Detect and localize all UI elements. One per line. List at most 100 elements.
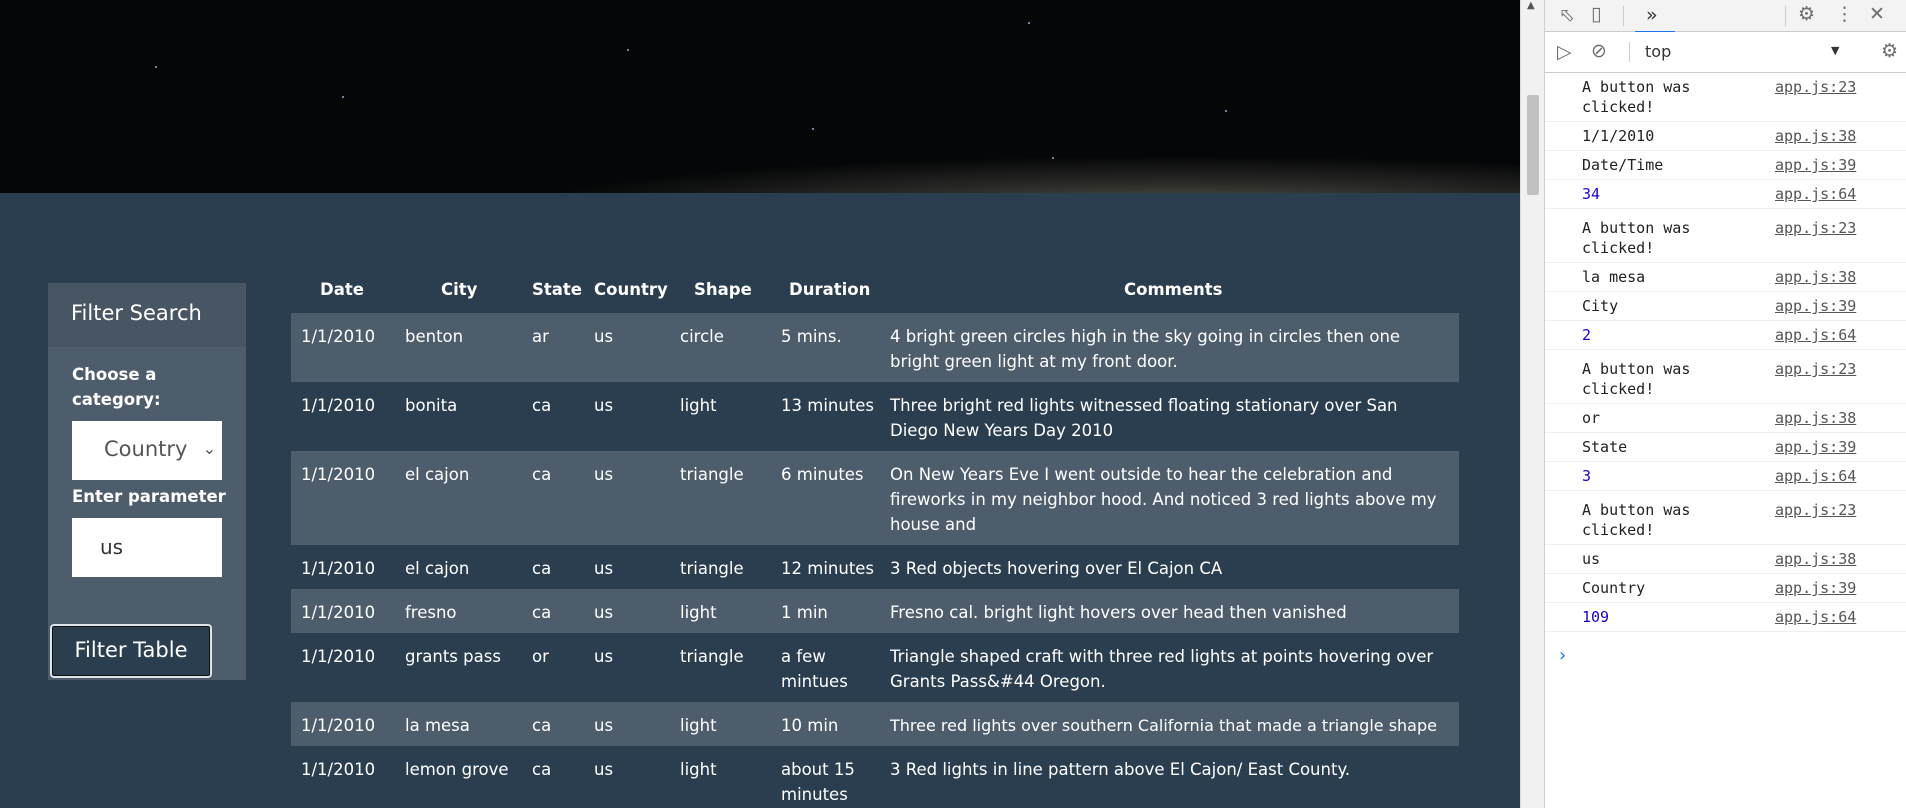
console-message: A button was clicked! app.js:23 [1545, 214, 1906, 263]
console-source-link[interactable]: app.js:38 [1775, 549, 1856, 569]
console-source-link[interactable]: app.js:23 [1775, 218, 1856, 238]
console-message: City app.js:39 [1545, 292, 1906, 321]
cell-country: us [594, 396, 614, 415]
console-message-text: 1/1/2010 [1582, 127, 1655, 145]
console-message: or app.js:38 [1545, 404, 1906, 433]
filter-title: Filter Search [71, 301, 202, 325]
console-source-link[interactable]: app.js:39 [1775, 578, 1856, 598]
category-select[interactable]: Country ⌄ [72, 421, 222, 480]
table-row: 1/1/2010 grants pass or us triangle a fe… [291, 633, 1459, 702]
cell-date: 1/1/2010 [301, 559, 376, 578]
cell-duration: 6 minutes [781, 465, 864, 484]
context-selector[interactable]: top ▼ [1645, 38, 1845, 64]
console-source-link[interactable]: app.js:64 [1775, 325, 1856, 345]
console-source-link[interactable]: app.js:64 [1775, 184, 1856, 204]
clear-console-icon[interactable]: ⊘ [1591, 41, 1607, 61]
inspect-element-icon[interactable]: ⬁ [1559, 5, 1575, 25]
console-source-link[interactable]: app.js:64 [1775, 466, 1856, 486]
devtools-panel: ⬁ ▯ » ⚙ ⋮ ✕ ▷ ⊘ top ▼ ⚙ A button was cli… [1544, 0, 1906, 808]
cell-shape: light [680, 716, 717, 735]
console-message: State app.js:39 [1545, 433, 1906, 462]
console-source-link[interactable]: app.js:38 [1775, 408, 1856, 428]
more-tabs-tab[interactable]: » [1635, 3, 1675, 33]
console-source-link[interactable]: app.js:39 [1775, 296, 1856, 316]
console-message-text: A button was clicked! [1582, 219, 1700, 257]
console-source-link[interactable]: app.js:39 [1775, 155, 1856, 175]
cell-duration: 10 min [781, 716, 839, 735]
cell-shape: circle [680, 327, 724, 346]
cell-comments: On New Years Eve I went outside to hear … [890, 465, 1437, 534]
divider [1629, 42, 1630, 62]
console-message: A button was clicked! app.js:23 [1545, 496, 1906, 545]
more-tabs-chevron-icon: » [1646, 4, 1658, 26]
cell-date: 1/1/2010 [301, 647, 376, 666]
cell-duration: 1 min [781, 603, 828, 622]
console-prompt-chevron-icon[interactable]: › [1559, 645, 1566, 666]
console-message-text: Date/Time [1582, 156, 1664, 174]
header-comments: Comments [1124, 280, 1223, 299]
cell-state: ca [532, 465, 552, 484]
header-city: City [441, 280, 478, 299]
cell-city: fresno [405, 603, 457, 622]
scrollbar-thumb[interactable] [1527, 95, 1539, 195]
cell-city: lemon grove [405, 760, 509, 779]
parameter-input[interactable]: us [72, 518, 222, 577]
console-source-link[interactable]: app.js:23 [1775, 359, 1856, 379]
cell-duration: a few mintues [781, 647, 848, 691]
cell-country: us [594, 603, 614, 622]
cell-shape: light [680, 760, 717, 779]
console-source-link[interactable]: app.js:38 [1775, 267, 1856, 287]
scroll-up-arrow-icon[interactable]: ▲ [1527, 0, 1535, 11]
table-row: 1/1/2010 el cajon ca us triangle 12 minu… [291, 545, 1459, 589]
cell-state: ca [532, 396, 552, 415]
cell-comments: Triangle shaped craft with three red lig… [890, 647, 1434, 691]
cell-city: grants pass [405, 647, 501, 666]
star [1052, 157, 1054, 159]
cell-comments: Three bright red lights witnessed floati… [890, 396, 1398, 440]
page-scrollbar[interactable]: ▲ [1520, 0, 1545, 808]
page: Filter Search Choose a category: Country… [0, 0, 1520, 808]
category-select-value: Country [104, 437, 188, 461]
cell-date: 1/1/2010 [301, 603, 376, 622]
console-source-link[interactable]: app.js:23 [1775, 500, 1856, 520]
cell-date: 1/1/2010 [301, 716, 376, 735]
cell-shape: triangle [680, 647, 744, 666]
console-message: Date/Time app.js:39 [1545, 151, 1906, 180]
console-source-link[interactable]: app.js:23 [1775, 77, 1856, 97]
console-message-text: A button was clicked! [1582, 78, 1700, 116]
parameter-input-value: us [100, 535, 124, 559]
console-source-link[interactable]: app.js:64 [1775, 607, 1856, 627]
cell-state: or [532, 647, 549, 666]
console-message: la mesa app.js:38 [1545, 263, 1906, 292]
more-options-icon[interactable]: ⋮ [1835, 4, 1854, 24]
cell-city: el cajon [405, 559, 470, 578]
cell-state: ca [532, 760, 552, 779]
parameter-label: Enter parameter [72, 487, 226, 506]
console-source-link[interactable]: app.js:39 [1775, 437, 1856, 457]
settings-gear-icon[interactable]: ⚙ [1798, 4, 1815, 24]
devtools-toolbar: ⬁ ▯ » ⚙ ⋮ ✕ [1545, 0, 1906, 33]
star [627, 49, 629, 51]
cell-duration: about 15 minutes [781, 760, 855, 804]
cell-duration: 5 mins. [781, 327, 842, 346]
show-sidebar-icon[interactable]: ▷ [1557, 42, 1572, 62]
device-toolbar-icon[interactable]: ▯ [1591, 4, 1601, 24]
dropdown-arrow-icon: ▼ [1831, 44, 1840, 57]
console-message: us app.js:38 [1545, 545, 1906, 574]
console-source-link[interactable]: app.js:38 [1775, 126, 1856, 146]
console-message-number: 3 [1582, 467, 1592, 485]
category-label: Choose a category: [72, 365, 161, 409]
header-date: Date [320, 280, 364, 299]
cell-state: ca [532, 559, 552, 578]
console-message: 3 app.js:64 [1545, 462, 1906, 491]
table-row: 1/1/2010 fresno ca us light 1 min Fresno… [291, 589, 1459, 633]
cell-state: ca [532, 716, 552, 735]
filter-table-button[interactable]: Filter Table [50, 624, 212, 678]
console-message-text: City [1582, 297, 1619, 315]
console-message: 2 app.js:64 [1545, 321, 1906, 350]
console-message-text: la mesa [1582, 268, 1646, 286]
console-settings-gear-icon[interactable]: ⚙ [1881, 41, 1898, 61]
cell-shape: triangle [680, 465, 744, 484]
console-message: A button was clicked! app.js:23 [1545, 73, 1906, 122]
close-icon[interactable]: ✕ [1869, 4, 1885, 24]
